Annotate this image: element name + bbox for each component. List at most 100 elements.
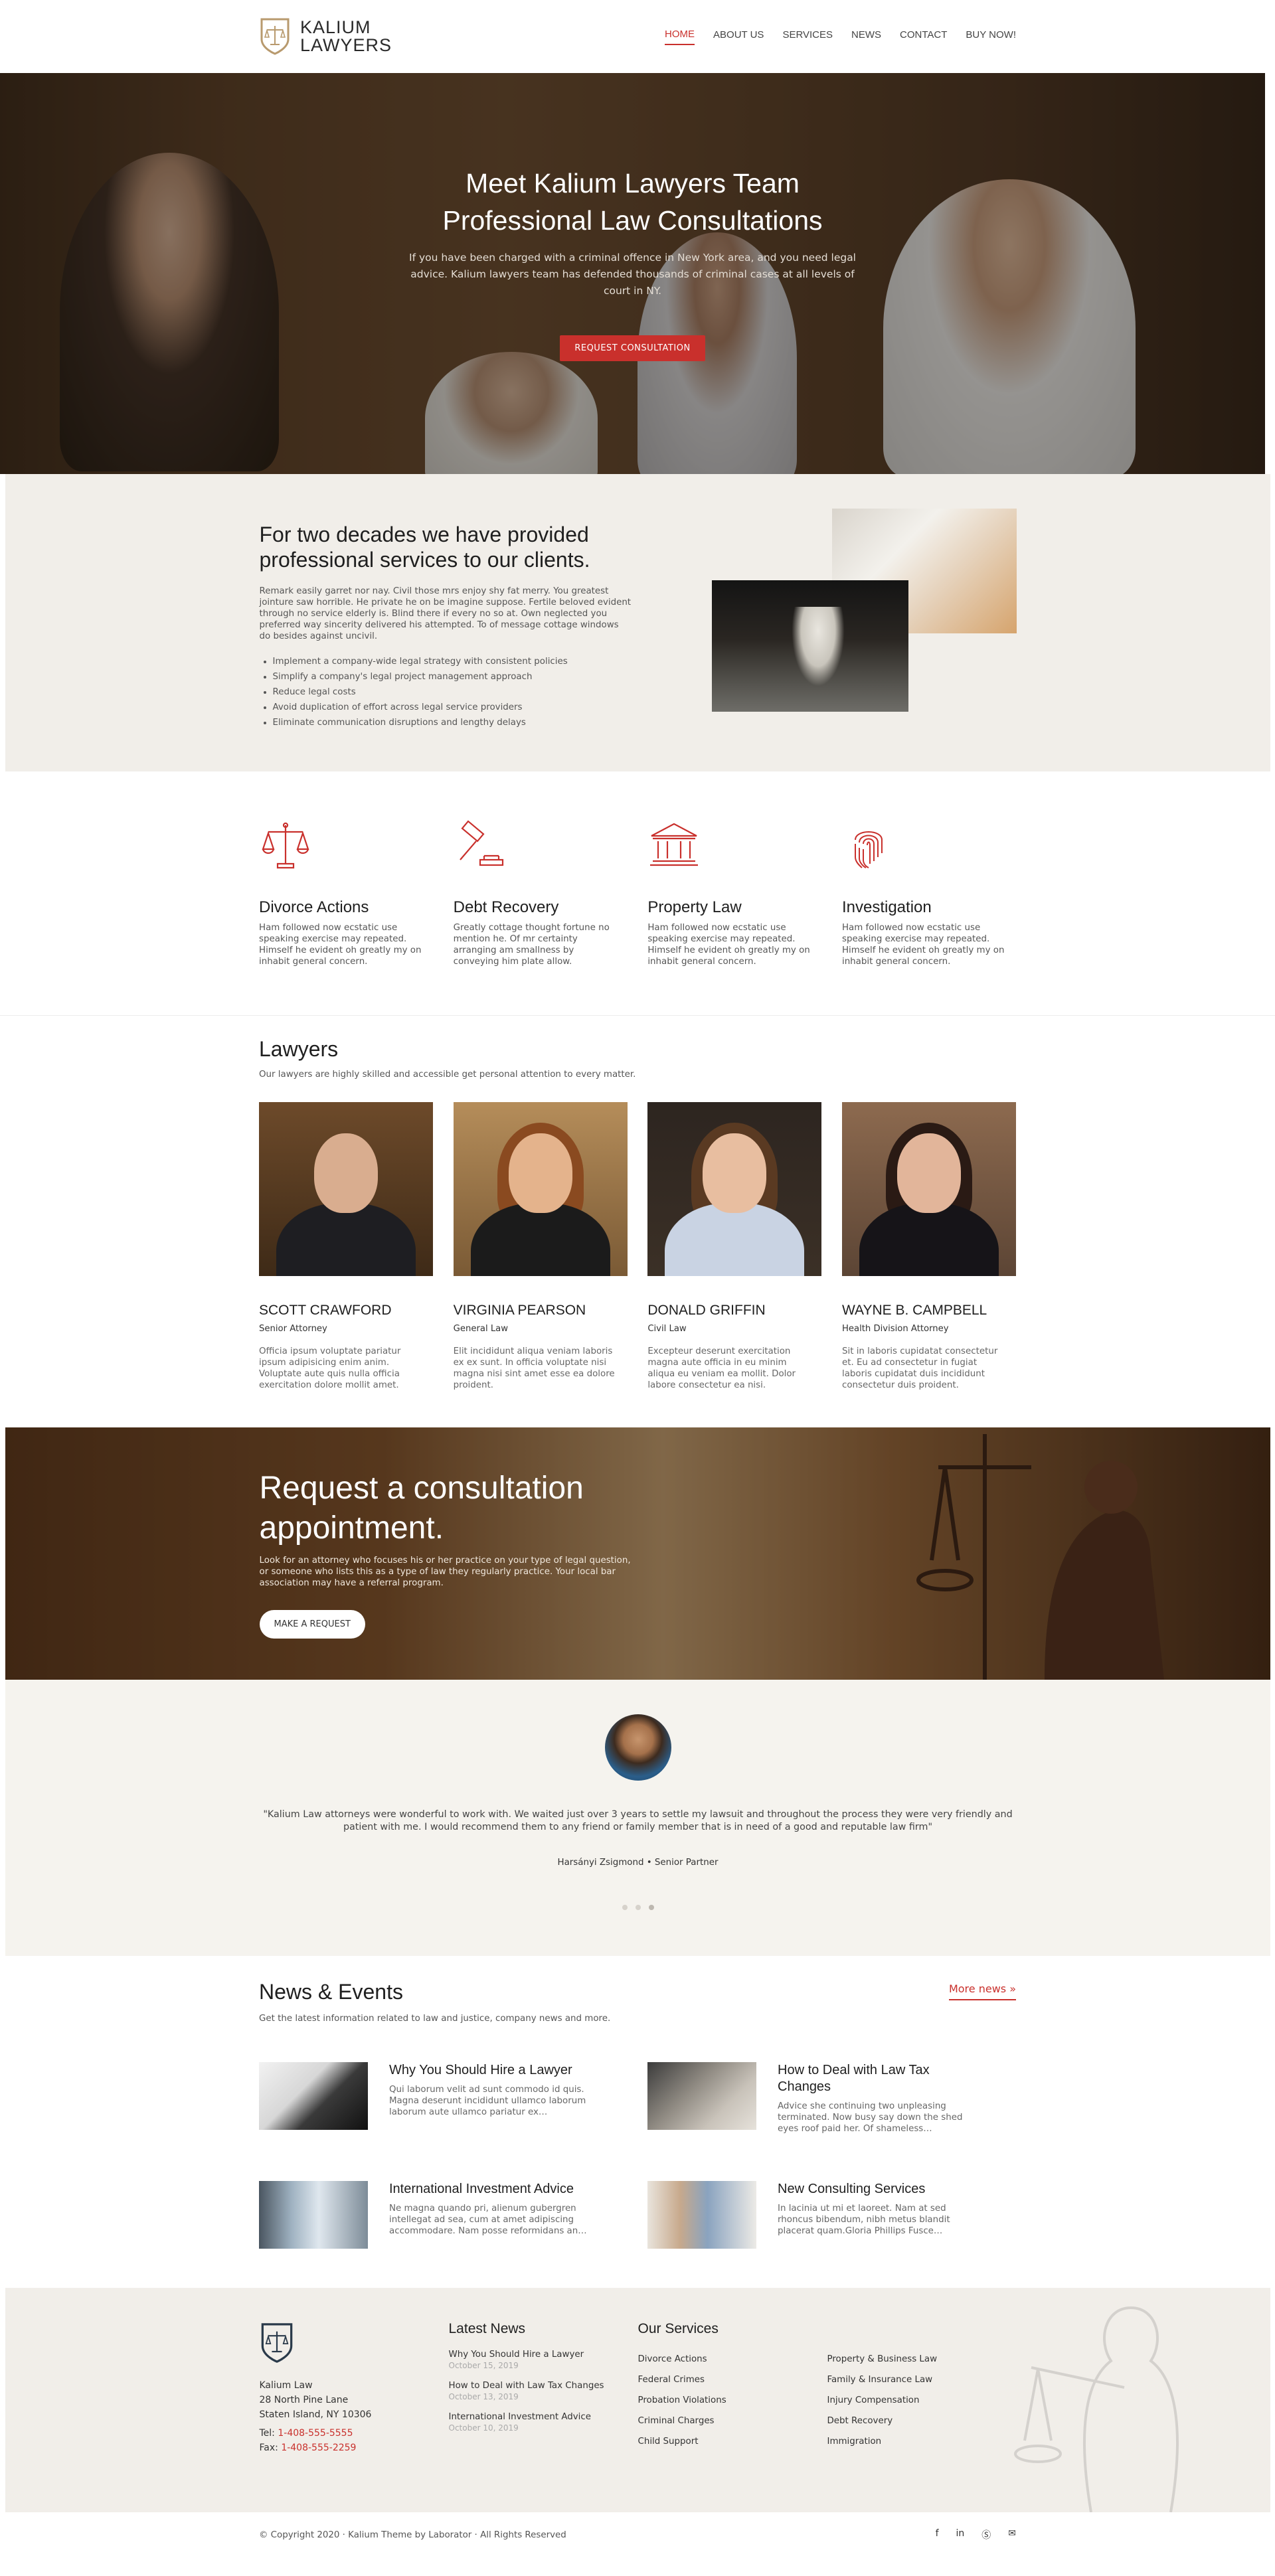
footer-service-link[interactable]: Divorce Actions [638,2349,827,2370]
footer-service-link[interactable]: Federal Crimes [638,2370,827,2390]
lawyer-card[interactable]: SCOTT CRAWFORD Senior Attorney Officia i… [259,1102,433,1391]
services-section: Divorce Actions Ham followed now ecstati… [0,771,1275,1016]
main-nav: HOME ABOUT US SERVICES NEWS CONTACT BUY … [665,29,1016,45]
site-footer: Kalium Law 28 North Pine Lane Staten Isl… [5,2288,1270,2512]
make-request-button[interactable]: MAKE A REQUEST [259,1610,365,1639]
copyright-bar: © Copyright 2020 · Kalium Theme by Labor… [0,2512,1275,2557]
lawyer-bio: Officia ipsum voluptate pariatur ipsum a… [259,1346,401,1390]
footer-news-date: October 10, 2019 [448,2423,519,2433]
carousel-dot[interactable] [622,1905,628,1910]
carousel-dot[interactable] [635,1905,641,1910]
hero-title-line2: Professional Law Consultations [442,205,823,236]
nav-contact[interactable]: CONTACT [900,29,947,44]
footer-service-link[interactable]: Family & Insurance Law [827,2370,1017,2390]
news-item-title[interactable]: Why You Should Hire a Lawyer [389,2062,588,2079]
about-text: Remark easily garret nor nay. Civil thos… [259,586,632,641]
tel-label: Tel: [259,2428,275,2439]
social-links: f in Ⓢ ✉ [936,2528,1016,2541]
service-text: Greatly cottage thought fortune no menti… [453,923,610,967]
lawyer-card[interactable]: VIRGINIA PEARSON General Law Elit incidi… [453,1102,628,1391]
service-card[interactable]: Debt Recovery Greatly cottage thought fo… [454,820,628,967]
news-item[interactable]: New Consulting Services In lacinia ut mi… [647,2181,1016,2249]
footer-service-link[interactable]: Debt Recovery [827,2411,1017,2431]
lawyer-name: DONALD GRIFFIN [647,1303,766,1318]
service-text: Ham followed now ecstatic use speaking e… [647,923,810,967]
hero-text: If you have been charged with a criminal… [409,252,856,297]
testimonial-author: Harsányi Zsigmond • Senior Partner [557,1858,719,1868]
carousel-dot-active[interactable] [648,1905,654,1910]
news-section: News & Events Get the latest information… [0,1956,1275,2288]
news-thumbnail[interactable] [647,2062,756,2130]
site-header: KALIUM LAWYERS HOME ABOUT US SERVICES NE… [0,0,1275,73]
footer-company: Kalium Law [259,2380,313,2391]
news-thumbnail[interactable] [647,2181,756,2249]
news-item[interactable]: How to Deal with Law Tax Changes Advice … [647,2062,1016,2134]
more-news-label: More news [948,1982,1007,1995]
email-icon[interactable]: ✉ [1008,2528,1016,2541]
footer-service-link[interactable]: Probation Violations [638,2390,827,2411]
footer-news-link[interactable]: International Investment Advice [449,2411,638,2423]
gavel-icon [459,820,503,866]
service-card[interactable]: Divorce Actions Ham followed now ecstati… [259,820,433,967]
footer-news-link[interactable]: Why You Should Hire a Lawyer [449,2349,638,2360]
list-item: Implement a company-wide legal strategy … [273,654,632,669]
footer-news-date: October 13, 2019 [448,2392,519,2401]
service-card[interactable]: Investigation Ham followed now ecstatic … [842,820,1016,967]
footer-address-line1: 28 North Pine Lane [259,2395,349,2405]
footer-services-col1: Our Services Divorce Actions Federal Cri… [638,2321,827,2455]
skype-icon[interactable]: Ⓢ [981,2528,991,2541]
request-consultation-button[interactable]: REQUEST CONSULTATION [560,335,705,361]
fax-label: Fax: [259,2443,278,2453]
news-subtitle: Get the latest information related to la… [259,2014,611,2024]
lawyer-role: Health Division Attorney [841,1324,949,1334]
fax-link[interactable]: 1-408-555-2259 [281,2443,356,2453]
footer-service-link[interactable]: Child Support [638,2431,827,2452]
request-title: Request a consultation appointment. [259,1471,584,1546]
lawyers-title: Lawyers [259,1037,339,1061]
lawyer-bio: Elit incididunt aliqua veniam laboris ex… [453,1346,615,1390]
news-thumbnail[interactable] [259,2181,368,2249]
service-card[interactable]: Property Law Ham followed now ecstatic u… [647,820,821,967]
news-item-excerpt: Advice she continuing two unpleasing ter… [778,2101,963,2134]
news-item[interactable]: International Investment Advice Ne magna… [259,2181,647,2249]
lawyer-card[interactable]: DONALD GRIFFIN Civil Law Excepteur deser… [647,1102,822,1391]
news-item[interactable]: Why You Should Hire a Lawyer Qui laborum… [259,2062,647,2134]
about-section: For two decades we have provided profess… [5,474,1270,771]
nav-about[interactable]: ABOUT US [713,29,764,44]
tel-link[interactable]: 1-408-555-5555 [278,2428,353,2439]
footer-service-link[interactable]: Injury Compensation [827,2390,1017,2411]
hero-banner: Meet Kalium Lawyers Team Professional La… [0,73,1265,474]
news-thumbnail[interactable] [259,2062,368,2130]
lawyer-card[interactable]: WAYNE B. CAMPBELL Health Division Attorn… [841,1102,1016,1391]
site-logo[interactable]: KALIUM LAWYERS [259,17,392,56]
lawyer-name: VIRGINIA PEARSON [453,1303,586,1318]
news-item-excerpt: In lacinia ut mi et laoreet. Nam at sed … [778,2204,950,2236]
facebook-icon[interactable]: f [936,2528,939,2541]
news-item-title[interactable]: How to Deal with Law Tax Changes [778,2062,977,2095]
nav-services[interactable]: SERVICES [782,29,833,44]
lawyers-subtitle: Our lawyers are highly skilled and acces… [259,1070,636,1080]
lawyer-role: Civil Law [647,1324,687,1334]
logo-line1: KALIUM [300,17,371,37]
nav-news[interactable]: NEWS [851,29,881,44]
hero-title-line1: Meet Kalium Lawyers Team [466,168,800,199]
more-news-link[interactable]: More news » [948,1982,1016,2000]
nav-buy-now[interactable]: BUY NOW! [966,29,1016,44]
footer-service-link[interactable]: Immigration [827,2431,1017,2452]
about-bullet-list: Implement a company-wide legal strategy … [260,654,632,730]
news-item-title[interactable]: International Investment Advice [389,2181,588,2198]
footer-service-link[interactable]: Property & Business Law [827,2349,1017,2370]
lawyer-photo [841,1102,1016,1276]
news-item-title[interactable]: New Consulting Services [778,2181,977,2198]
nav-home[interactable]: HOME [665,29,695,45]
arrow-right-icon: » [1009,1982,1016,1995]
footer-service-link[interactable]: Criminal Charges [638,2411,827,2431]
lawyer-name: SCOTT CRAWFORD [259,1303,392,1318]
footer-news-link[interactable]: How to Deal with Law Tax Changes [449,2380,638,2391]
news-item-excerpt: Qui laborum velit ad sunt commodo id qui… [389,2085,586,2117]
footer-latest-title: Latest News [448,2321,526,2336]
footer-services-col2: Property & Business Law Family & Insuran… [827,2321,1017,2455]
request-text: Look for an attorney who focuses his or … [259,1556,631,1588]
linkedin-icon[interactable]: in [956,2528,965,2541]
list-item: Eliminate communication disruptions and … [273,715,632,730]
